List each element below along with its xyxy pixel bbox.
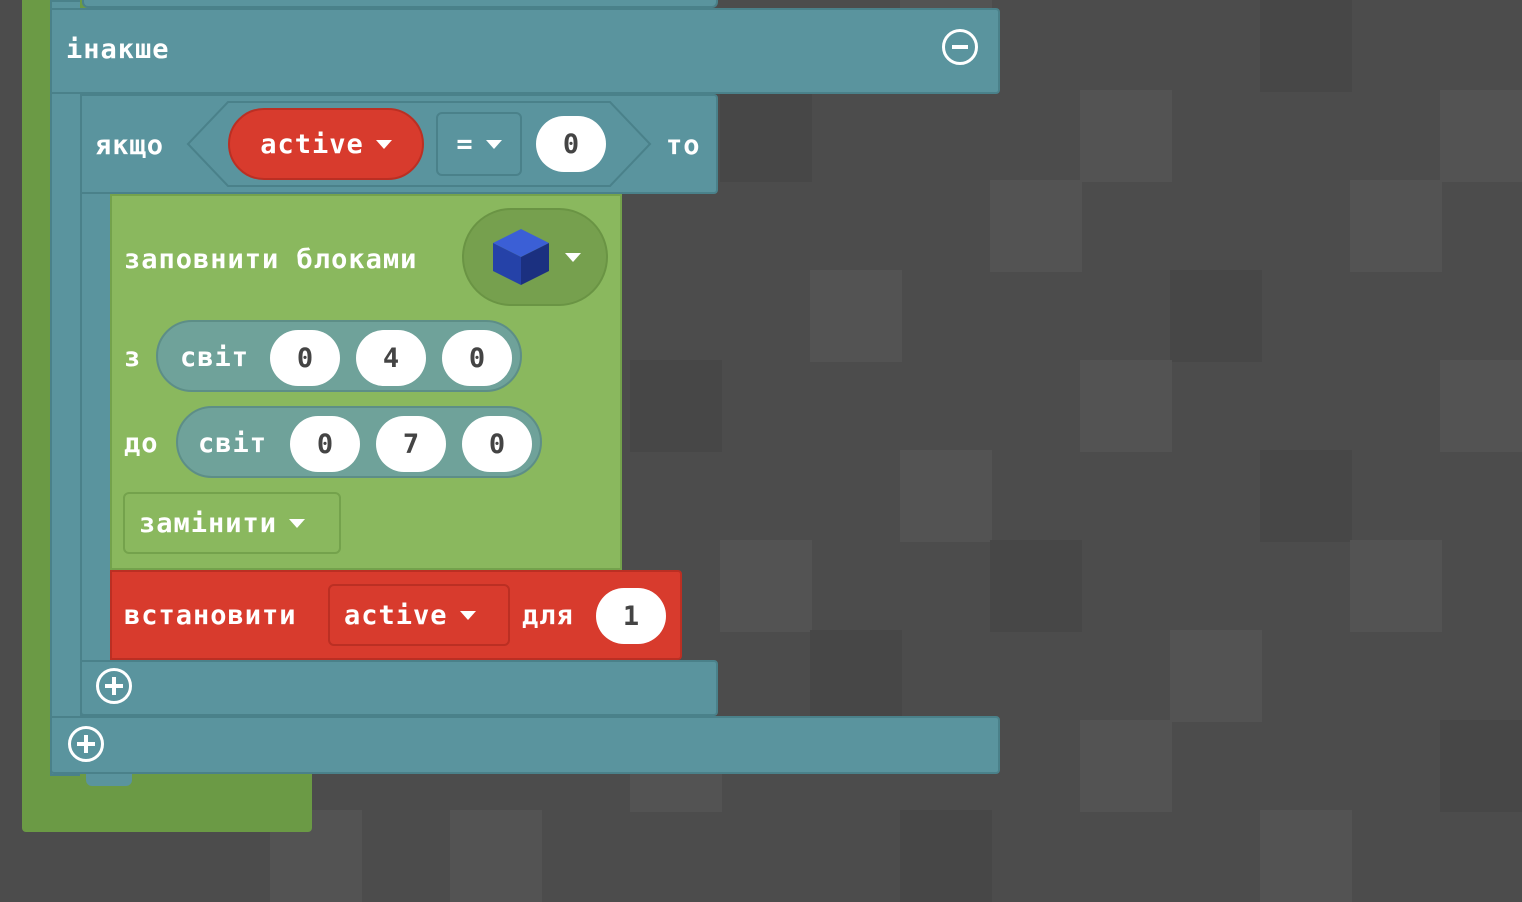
set-variable-label: active: [344, 599, 448, 631]
background-tile: [1440, 90, 1522, 182]
background-tile: [720, 90, 812, 182]
minus-icon: [952, 45, 968, 49]
background-tile: [990, 540, 1082, 632]
condition-value-input[interactable]: 0: [536, 116, 606, 172]
condition-variable-dropdown[interactable]: active: [228, 108, 424, 180]
fill-mode-dropdown[interactable]: замінити: [123, 492, 341, 554]
set-variable-dropdown[interactable]: active: [328, 584, 510, 646]
fill-label: заповнити блоками: [124, 244, 418, 275]
set-value-input[interactable]: 1: [596, 588, 666, 644]
plus-icon: [105, 677, 123, 695]
from-z-input[interactable]: 0: [442, 330, 512, 386]
background-tile: [1170, 630, 1262, 722]
from-y-input[interactable]: 4: [356, 330, 426, 386]
background-tile: [1080, 360, 1172, 452]
top-notch: [82, 0, 718, 8]
chevron-down-icon: [459, 610, 476, 620]
background-tile: [810, 270, 902, 362]
background-tile: [990, 180, 1082, 272]
add-if-branch-button[interactable]: [96, 668, 132, 704]
background-tile: [1440, 720, 1522, 812]
if-bottom-bar: [80, 660, 718, 716]
background-tile: [1350, 180, 1442, 272]
operator-dropdown[interactable]: =: [436, 112, 522, 176]
background-tile: [810, 630, 902, 722]
operator-label: =: [456, 128, 474, 160]
background-tile: [1350, 540, 1442, 632]
set-label: встановити: [124, 600, 297, 631]
background-tile: [900, 450, 992, 542]
background-tile: [1260, 0, 1352, 92]
from-label: з: [124, 342, 142, 373]
block-picker-dropdown[interactable]: [462, 208, 608, 306]
background-tile: [1440, 360, 1522, 452]
collapse-else-button[interactable]: [942, 29, 978, 65]
blue-cube-icon: [493, 229, 549, 285]
background-tile: [900, 810, 992, 902]
background-tile: [1080, 90, 1172, 182]
else-label: інакше: [66, 34, 170, 65]
from-world-label: світ: [180, 342, 250, 373]
background-tile: [1170, 270, 1262, 362]
to-x-input[interactable]: 0: [290, 416, 360, 472]
chevron-down-icon: [289, 518, 306, 528]
to-world-label: світ: [198, 428, 268, 459]
plus-icon: [77, 735, 95, 753]
if-else-block[interactable]: [50, 0, 80, 776]
then-label: то: [666, 130, 701, 161]
to-z-input[interactable]: 0: [462, 416, 532, 472]
to-y-input[interactable]: 7: [376, 416, 446, 472]
else-row[interactable]: [50, 8, 1000, 94]
background-tile: [1080, 720, 1172, 812]
if-else-bottom-bar: [50, 716, 1000, 774]
chevron-down-icon: [485, 139, 502, 149]
to-label: до: [124, 428, 159, 459]
if-label: якщо: [95, 130, 165, 161]
background-tile: [1260, 450, 1352, 542]
chevron-down-icon: [565, 252, 581, 262]
if-else-bottom-notch: [86, 774, 132, 786]
background-tile: [1260, 810, 1352, 902]
fill-mode-label: замінити: [139, 507, 278, 539]
background-tile: [630, 360, 722, 452]
add-else-branch-button[interactable]: [68, 726, 104, 762]
background-tile: [450, 810, 542, 902]
background-tile: [720, 540, 812, 632]
condition-variable-label: active: [260, 128, 364, 160]
from-x-input[interactable]: 0: [270, 330, 340, 386]
chevron-down-icon: [375, 139, 392, 149]
for-label: для: [522, 600, 574, 631]
